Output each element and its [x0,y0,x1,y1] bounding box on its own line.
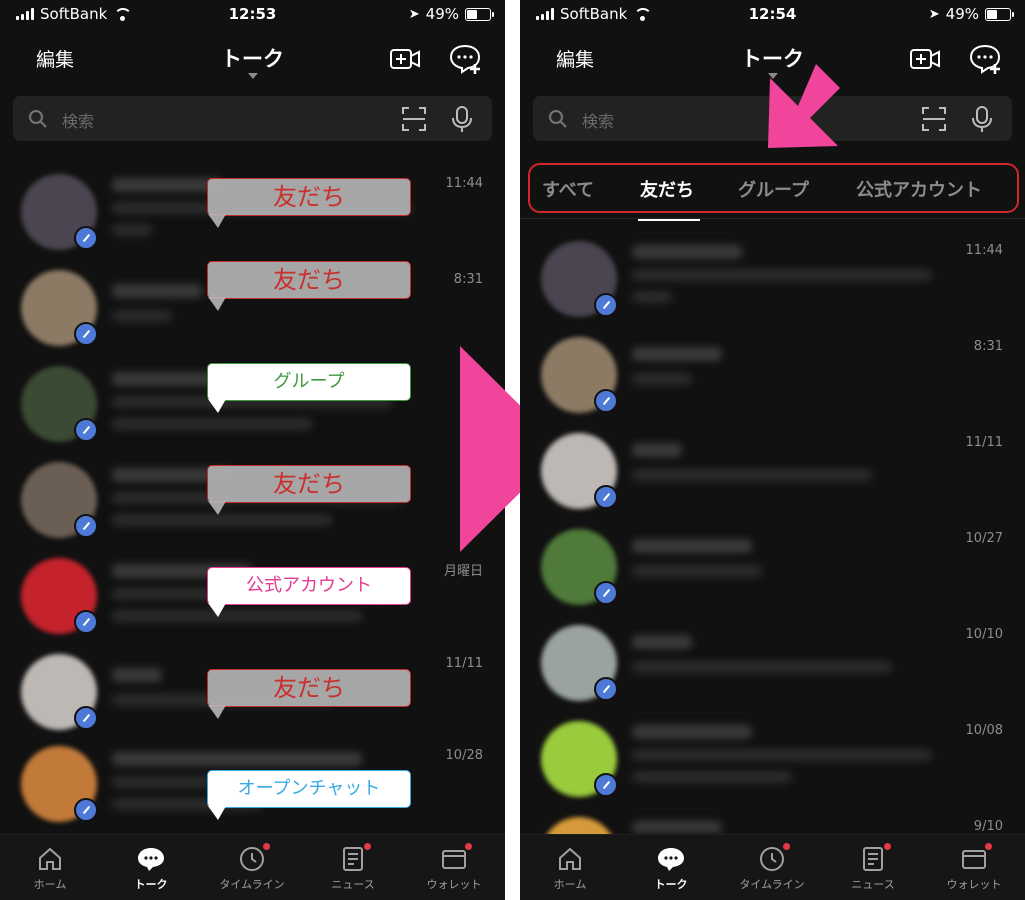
battery-icon [985,7,1014,21]
chat-time: 10/10 [965,627,1003,642]
tab-divider [520,218,1025,219]
video-call-add-icon[interactable] [388,42,422,76]
title-dropdown-caret-icon[interactable] [247,73,258,79]
tab-all[interactable]: すべて [542,176,594,202]
tab-official-accounts[interactable]: 公式アカウント [856,176,982,202]
nav-wallet[interactable]: ウォレット [929,843,1019,892]
home-icon [39,847,61,870]
home-icon [559,847,581,870]
tab-groups[interactable]: グループ [738,176,809,202]
chat-time: 11:44 [965,243,1003,258]
chat-time: 11/11 [965,435,1003,450]
edit-badge-icon [594,293,618,317]
chat-row[interactable]: 10/08 [520,717,1025,813]
nav-home[interactable]: ホーム [525,845,615,892]
video-call-add-icon[interactable] [908,42,942,76]
search-bar[interactable]: 検索 [13,96,492,141]
search-icon [29,110,47,128]
qr-scan-icon[interactable] [401,106,427,132]
header: 編集 トーク [0,36,505,80]
chat-time: 8:31 [973,339,1003,354]
chat-time: 11/11 [445,656,483,671]
notification-dot [263,843,270,850]
chat-bubble-icon [138,848,164,871]
clock-icon [760,847,784,871]
wallet-icon [442,850,466,869]
chat-time: 10/08 [965,723,1003,738]
callout-open-chat: オープンチャット [207,770,411,820]
edit-badge-icon [74,706,98,730]
bottom-nav: ホーム トーク タイムライン ニュース ウォレット [520,834,1025,900]
callout-official-account: 公式アカウント [207,567,411,617]
nav-news[interactable]: ニュース [308,843,398,892]
wallet-icon [962,850,986,869]
notification-dot [884,843,891,850]
nav-news[interactable]: ニュース [828,843,918,892]
page-title[interactable]: トーク [0,43,505,73]
edit-badge-icon [594,677,618,701]
new-chat-icon[interactable] [448,42,482,76]
chat-time: 11:44 [445,176,483,191]
battery-icon [465,7,494,21]
search-placeholder: 検索 [62,112,95,131]
nav-home[interactable]: ホーム [5,845,95,892]
chat-row[interactable]: 11:44 [520,237,1025,333]
tab-friends[interactable]: 友だち [640,176,694,202]
callout-friend: 友だち [207,465,411,515]
edit-badge-icon [74,418,98,442]
clock-icon [240,847,264,871]
edit-badge-icon [594,485,618,509]
nav-talk[interactable]: トーク [106,845,196,892]
news-icon [343,847,363,871]
nav-timeline[interactable]: タイムライン [727,843,817,892]
edit-badge-icon [74,798,98,822]
callout-friend: 友だち [207,178,411,228]
notification-dot [364,843,371,850]
nav-timeline[interactable]: タイムライン [207,843,297,892]
battery-percent: 49% [945,5,979,23]
edit-badge-icon [74,610,98,634]
news-icon [863,847,883,871]
chat-bubble-icon [658,848,684,871]
edit-badge-icon [74,514,98,538]
pointer-arrow-icon [768,64,840,148]
microphone-icon[interactable] [971,105,993,133]
chat-row[interactable]: 11/11 [520,429,1025,525]
notification-dot [465,843,472,850]
chat-time: 8:31 [453,272,483,287]
status-bar: SoftBank 12:53 ➤ 49% [0,0,505,28]
chat-row[interactable]: 10/27 [520,525,1025,621]
chat-time: 月曜日 [443,564,483,579]
chat-row[interactable]: 10/10 [520,621,1025,717]
screenshot-before: SoftBank 12:53 ➤ 49% 編集 トーク 検索 11:44 8:3… [0,0,505,900]
nav-wallet[interactable]: ウォレット [409,843,499,892]
microphone-icon[interactable] [451,105,473,133]
edit-badge-icon [594,773,618,797]
location-icon: ➤ [408,6,420,22]
location-icon: ➤ [928,6,940,22]
new-chat-icon[interactable] [968,42,1002,76]
edit-badge-icon [74,322,98,346]
search-placeholder: 検索 [582,112,615,131]
battery-percent: 49% [425,5,459,23]
qr-scan-icon[interactable] [921,106,947,132]
notification-dot [985,843,992,850]
search-icon [549,110,567,128]
edit-badge-icon [594,389,618,413]
callout-friend: 友だち [207,261,411,311]
chat-time: 10/28 [445,748,483,763]
chat-time: 10/27 [965,531,1003,546]
nav-talk[interactable]: トーク [626,845,716,892]
bottom-nav: ホーム トーク タイムライン ニュース ウォレット [0,834,505,900]
chat-row[interactable]: 8:31 [520,333,1025,429]
callout-friend: 友だち [207,669,411,719]
notification-dot [783,843,790,850]
edit-badge-icon [74,226,98,250]
chat-filter-tabs: すべて 友だち グループ 公式アカウント [520,163,1025,221]
status-bar: SoftBank 12:54 ➤ 49% [520,0,1025,28]
chat-time: 9/10 [973,819,1003,834]
callout-group: グループ [207,363,411,413]
edit-badge-icon [594,581,618,605]
